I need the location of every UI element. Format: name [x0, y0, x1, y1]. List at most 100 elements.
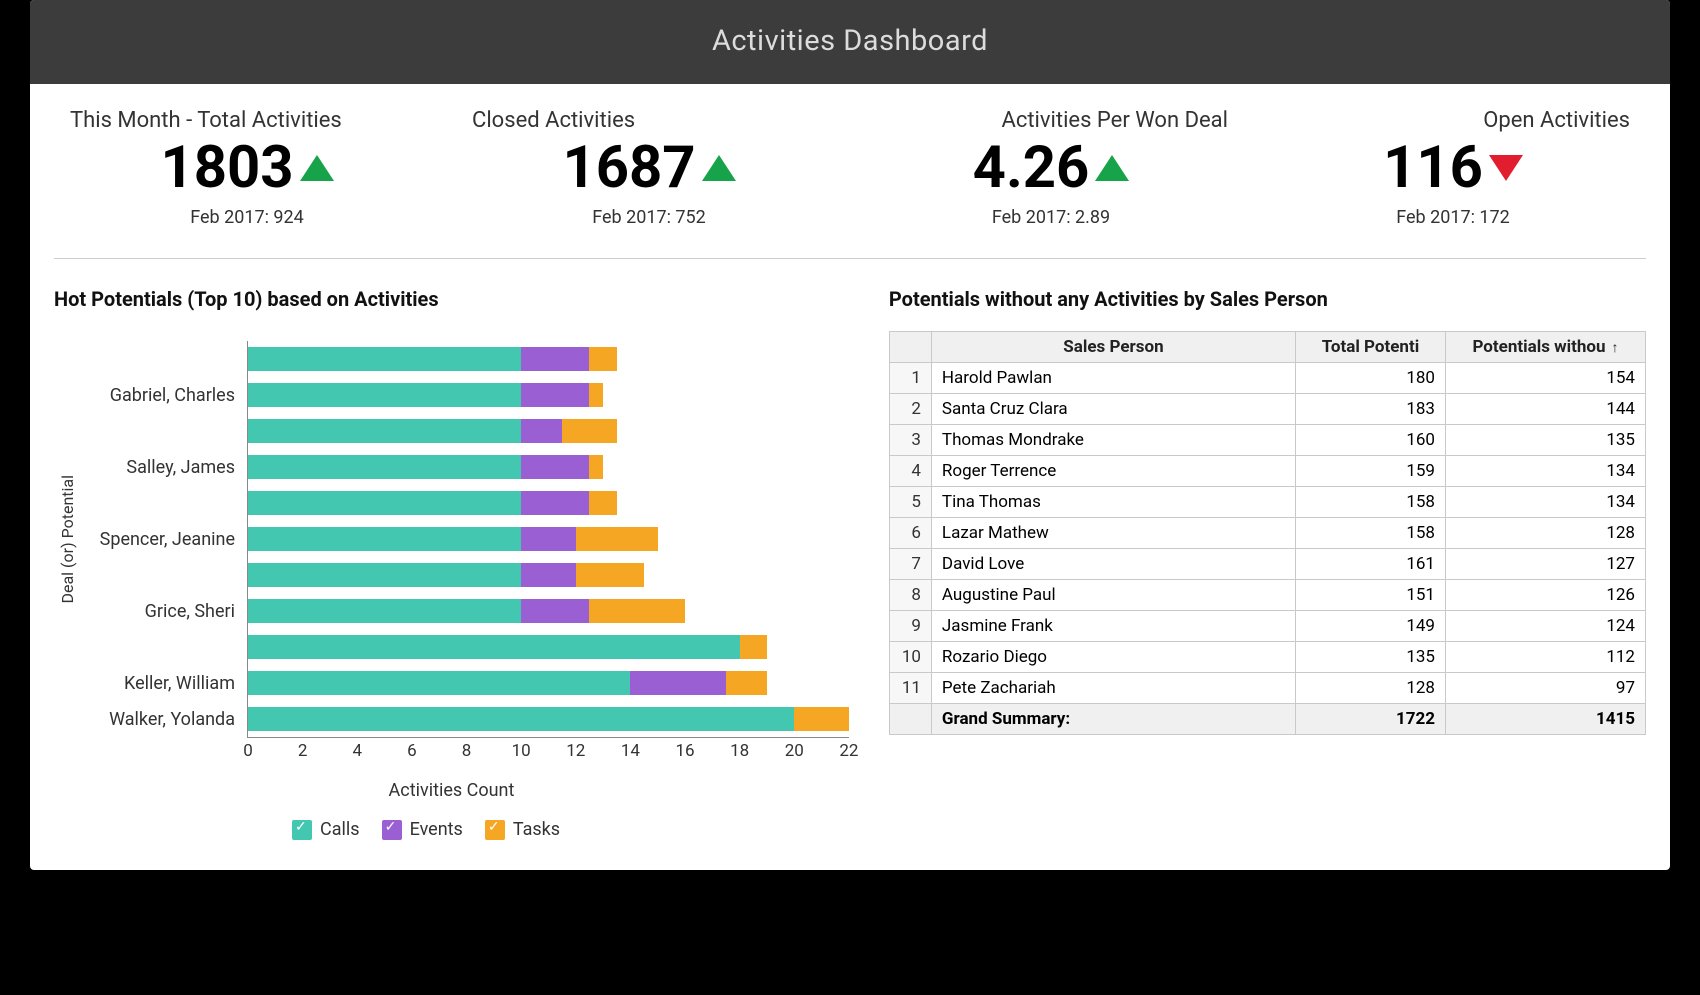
legend-label: Events — [410, 819, 463, 840]
chart-xtick: 6 — [407, 741, 417, 761]
kpi-card: This Month - Total Activities1803Feb 201… — [46, 108, 448, 228]
chart-bar-row — [248, 701, 849, 737]
col-without[interactable]: Potentials withou↑ — [1446, 332, 1646, 363]
kpi-value: 1687 — [562, 139, 695, 197]
bar-segment-tasks — [589, 383, 603, 407]
legend-item-events[interactable]: Events — [382, 819, 463, 840]
chart-xtick: 14 — [621, 741, 640, 761]
bar-segment-calls — [248, 491, 521, 515]
bar-segment-calls — [248, 635, 740, 659]
chart-xtick: 4 — [352, 741, 362, 761]
chart-category-label — [77, 485, 235, 521]
chart-category-label: Walker, Yolanda — [77, 702, 235, 738]
cell-without: 127 — [1446, 549, 1646, 580]
kpi-card: Activities Per Won Deal4.26Feb 2017: 2.8… — [850, 108, 1252, 228]
kpi-previous: Feb 2017: 752 — [448, 207, 850, 228]
chart-bar-row — [248, 377, 849, 413]
chart-yaxis-labels: Gabriel, CharlesSalley, JamesSpencer, Je… — [77, 341, 247, 738]
table-row[interactable]: 4Roger Terrence159134 — [889, 456, 1645, 487]
bar-segment-events — [630, 671, 726, 695]
cell-total: 158 — [1296, 487, 1446, 518]
bar-segment-events — [521, 419, 562, 443]
cell-without: 134 — [1446, 487, 1646, 518]
kpi-row: This Month - Total Activities1803Feb 201… — [30, 84, 1670, 246]
table-row[interactable]: 2Santa Cruz Clara183144 — [889, 394, 1645, 425]
legend-label: Tasks — [513, 819, 560, 840]
cell-salesperson: Augustine Paul — [931, 580, 1295, 611]
summary-total: 1722 — [1296, 704, 1446, 735]
legend-swatch-icon — [292, 820, 312, 840]
legend-item-tasks[interactable]: Tasks — [485, 819, 560, 840]
sort-asc-icon: ↑ — [1612, 339, 1619, 356]
chart-bar-row — [248, 557, 849, 593]
cell-index: 2 — [889, 394, 931, 425]
chart-xtick: 2 — [298, 741, 308, 761]
table-row[interactable]: 3Thomas Mondrake160135 — [889, 425, 1645, 456]
chart-category-label: Spencer, Jeanine — [77, 521, 235, 557]
col-index[interactable] — [889, 332, 931, 363]
kpi-title: Open Activities — [1252, 108, 1654, 133]
bar-segment-calls — [248, 671, 630, 695]
cell-total: 128 — [1296, 673, 1446, 704]
kpi-value: 1803 — [160, 139, 293, 197]
chart-bar-row — [248, 629, 849, 665]
bar-segment-tasks — [562, 419, 617, 443]
bar-segment-events — [521, 383, 589, 407]
bar-segment-tasks — [726, 671, 767, 695]
cell-index: 8 — [889, 580, 931, 611]
chart-xtick: 16 — [675, 741, 694, 761]
cell-index: 7 — [889, 549, 931, 580]
chart-xaxis: 0246810121416182022 — [248, 741, 849, 765]
chart-category-label — [77, 558, 235, 594]
table-row[interactable]: 1Harold Pawlan180154 — [889, 363, 1645, 394]
bar-segment-calls — [248, 419, 521, 443]
table-row[interactable]: 10Rozario Diego135112 — [889, 642, 1645, 673]
cell-salesperson: David Love — [931, 549, 1295, 580]
chart-xtick: 22 — [839, 741, 858, 761]
bar-segment-events — [521, 527, 576, 551]
table-row[interactable]: 6Lazar Mathew158128 — [889, 518, 1645, 549]
chart-legend: Calls Events Tasks — [292, 819, 849, 840]
trend-up-icon — [300, 155, 334, 181]
cell-without: 97 — [1446, 673, 1646, 704]
chart-bar-row — [248, 521, 849, 557]
col-total[interactable]: Total Potenti — [1296, 332, 1446, 363]
hot-potentials-title: Hot Potentials (Top 10) based on Activit… — [54, 287, 849, 311]
cell-total: 149 — [1296, 611, 1446, 642]
cell-index: 5 — [889, 487, 931, 518]
kpi-title: Activities Per Won Deal — [850, 108, 1252, 133]
table-row[interactable]: 11Pete Zachariah12897 — [889, 673, 1645, 704]
table-row[interactable]: 8Augustine Paul151126 — [889, 580, 1645, 611]
trend-up-icon — [1095, 155, 1129, 181]
cell-index: 3 — [889, 425, 931, 456]
bar-segment-calls — [248, 707, 794, 731]
table-summary-row: Grand Summary:17221415 — [889, 704, 1645, 735]
col-salesperson[interactable]: Sales Person — [931, 332, 1295, 363]
legend-label: Calls — [320, 819, 360, 840]
chart-category-label — [77, 413, 235, 449]
chart-plot: 0246810121416182022 — [247, 341, 849, 738]
legend-swatch-icon — [485, 820, 505, 840]
chart-xtick: 20 — [785, 741, 804, 761]
cell-total: 151 — [1296, 580, 1446, 611]
chart-xtick: 12 — [566, 741, 585, 761]
cell-index: 10 — [889, 642, 931, 673]
cell-salesperson: Jasmine Frank — [931, 611, 1295, 642]
cell-salesperson: Lazar Mathew — [931, 518, 1295, 549]
chart-bar-row — [248, 665, 849, 701]
cell-without: 128 — [1446, 518, 1646, 549]
chart-xlabel: Activities Count — [54, 780, 849, 801]
table-row[interactable]: 5Tina Thomas158134 — [889, 487, 1645, 518]
cell-salesperson: Harold Pawlan — [931, 363, 1295, 394]
table-row[interactable]: 9Jasmine Frank149124 — [889, 611, 1645, 642]
cell-salesperson: Thomas Mondrake — [931, 425, 1295, 456]
cell-total: 183 — [1296, 394, 1446, 425]
page-title: Activities Dashboard — [30, 0, 1670, 84]
table-row[interactable]: 7David Love161127 — [889, 549, 1645, 580]
bar-segment-calls — [248, 563, 521, 587]
chart-xtick: 8 — [462, 741, 472, 761]
legend-item-calls[interactable]: Calls — [292, 819, 360, 840]
chart-xtick: 10 — [512, 741, 531, 761]
cell-index: 11 — [889, 673, 931, 704]
cell-without: 124 — [1446, 611, 1646, 642]
